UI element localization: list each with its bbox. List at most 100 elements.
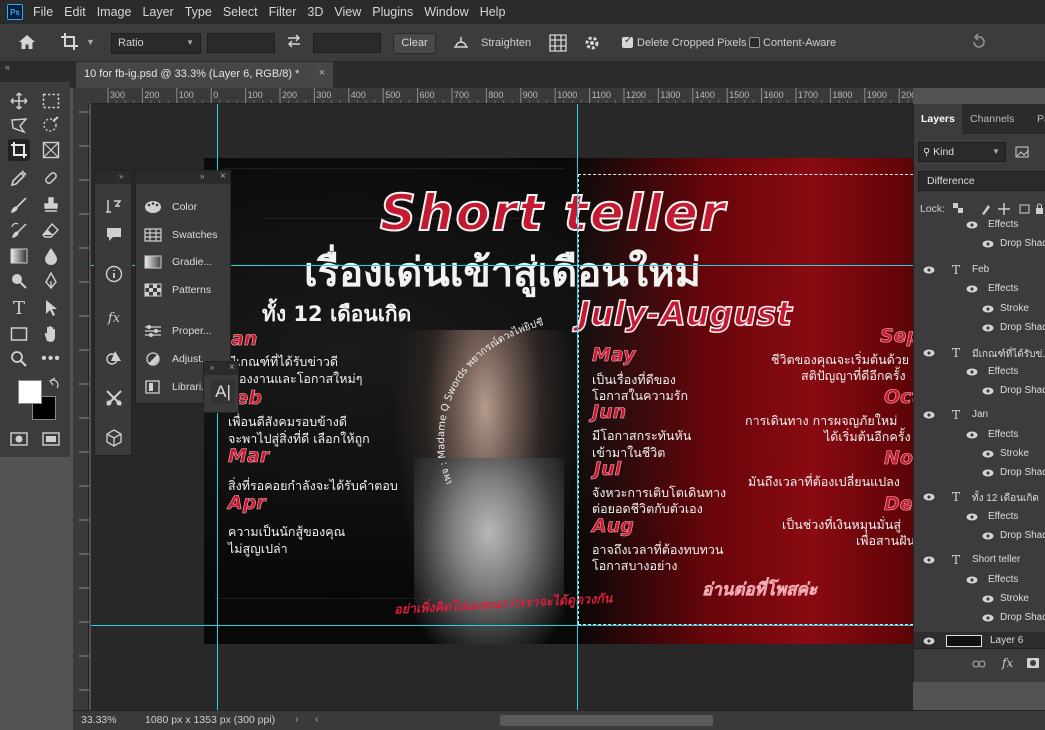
visibility-eye-icon[interactable]	[966, 368, 978, 376]
layer-row[interactable]: T มีเกณฑ์ที่ได้รับข่...	[914, 344, 1045, 362]
layer-row[interactable]: Stroke	[914, 300, 1045, 318]
visibility-eye-icon[interactable]	[982, 614, 994, 622]
expand-icon[interactable]: »	[119, 172, 123, 181]
visibility-eye-icon[interactable]	[923, 349, 935, 357]
eraser-tool-icon[interactable]	[40, 220, 62, 242]
mini-panel-header[interactable]: » ×	[204, 362, 238, 375]
quick-mask-icon[interactable]	[8, 428, 30, 450]
straighten-label[interactable]: Straighten	[481, 37, 531, 59]
menu-image[interactable]: Image	[97, 5, 132, 19]
panel-item-color[interactable]: Color	[144, 197, 197, 217]
tab-channels[interactable]: Channels	[963, 104, 1021, 134]
collapse-panels-icon[interactable]: «	[5, 62, 10, 72]
visibility-eye-icon[interactable]	[982, 595, 994, 603]
layer-row[interactable]: T Jan	[914, 406, 1045, 424]
visibility-eye-icon[interactable]	[923, 637, 935, 645]
menu-help[interactable]: Help	[480, 5, 506, 19]
menu-select[interactable]: Select	[223, 5, 258, 19]
crop-selection-edge[interactable]	[578, 174, 913, 175]
close-icon[interactable]: ×	[319, 67, 325, 79]
layer-row[interactable]: T ทั้ง 12 เดือนเกิด	[914, 488, 1045, 506]
comments-panel-icon[interactable]	[103, 223, 125, 245]
layer-row[interactable]: Effects	[914, 508, 1045, 526]
visibility-eye-icon[interactable]	[923, 266, 935, 274]
add-style-fx-icon[interactable]: fx	[1002, 656, 1013, 670]
menu-3d[interactable]: 3D	[307, 5, 323, 19]
tool-presets-icon[interactable]	[103, 387, 125, 409]
menu-filter[interactable]: Filter	[269, 5, 297, 19]
visibility-eye-icon[interactable]	[982, 387, 994, 395]
grid-overlay-icon[interactable]	[549, 34, 567, 52]
crop-tool-icon[interactable]	[8, 139, 30, 161]
visibility-eye-icon[interactable]	[982, 305, 994, 313]
scroll-left-icon[interactable]: ‹	[315, 713, 319, 725]
layer-row[interactable]: T Short teller	[914, 551, 1045, 569]
rectangle-tool-icon[interactable]	[8, 323, 30, 345]
marquee-tool-icon[interactable]	[40, 90, 62, 112]
home-icon[interactable]	[18, 34, 36, 50]
layer-row[interactable]: Drop Shadow	[914, 382, 1045, 400]
shapes-panel-icon[interactable]	[103, 347, 125, 369]
add-mask-icon[interactable]	[1026, 657, 1040, 669]
character-panel-icon[interactable]: A|	[211, 380, 235, 404]
lasso-tool-icon[interactable]	[8, 114, 30, 136]
crop-width-input[interactable]	[207, 33, 275, 53]
healing-brush-tool-icon[interactable]	[40, 167, 62, 189]
visibility-eye-icon[interactable]	[966, 285, 978, 293]
layer-thumbnail[interactable]	[946, 635, 982, 647]
layer-row[interactable]: Effects	[914, 426, 1045, 444]
visibility-eye-icon[interactable]	[966, 221, 978, 229]
layer-row[interactable]: Drop Shadow	[914, 235, 1045, 253]
filter-kind-select[interactable]: ⚲ Kind ▼	[918, 142, 1006, 162]
floating-panel-header[interactable]: » ×	[136, 171, 230, 184]
visibility-eye-icon[interactable]	[923, 493, 935, 501]
document-tab[interactable]: 10 for fb-ig.psd @ 33.3% (Layer 6, RGB/8…	[76, 62, 333, 88]
brush-tool-icon[interactable]	[8, 194, 30, 216]
switch-colors-icon[interactable]	[44, 372, 66, 394]
eyedropper-tool-icon[interactable]	[8, 167, 30, 189]
visibility-eye-icon[interactable]	[982, 450, 994, 458]
path-selection-tool-icon[interactable]	[40, 297, 62, 319]
clone-stamp-tool-icon[interactable]	[40, 194, 62, 216]
straighten-icon[interactable]	[452, 35, 470, 49]
crop-selection-edge[interactable]	[578, 624, 913, 625]
dodge-tool-icon[interactable]	[8, 270, 30, 292]
visibility-eye-icon[interactable]	[966, 431, 978, 439]
3d-panel-icon[interactable]	[103, 427, 125, 449]
panel-item-properties[interactable]: Proper...	[144, 321, 212, 341]
move-tool-icon[interactable]	[8, 90, 30, 112]
history-brush-tool-icon[interactable]	[8, 220, 30, 242]
menu-file[interactable]: File	[33, 5, 53, 19]
panel-item-swatches[interactable]: Swatches	[144, 225, 218, 245]
delete-cropped-checkbox[interactable]	[622, 35, 633, 48]
styles-fx-panel-icon[interactable]: fx	[103, 307, 125, 329]
menu-view[interactable]: View	[334, 5, 361, 19]
content-aware-checkbox[interactable]	[749, 37, 760, 48]
panel-item-adjustments[interactable]: Adjust...	[144, 349, 210, 369]
tab-layers[interactable]: Layers	[914, 104, 962, 134]
ratio-select[interactable]: Ratio ▼	[111, 33, 201, 54]
layer-row[interactable]: T Feb	[914, 261, 1045, 279]
visibility-eye-icon[interactable]	[982, 240, 994, 248]
layer-row[interactable]: Effects	[914, 363, 1045, 381]
tab-paths[interactable]: Pat	[1030, 104, 1045, 134]
expand-icon[interactable]: »	[210, 363, 214, 372]
blend-mode-select[interactable]: Difference	[918, 171, 1045, 191]
crop-height-input[interactable]	[313, 33, 381, 53]
type-tool-icon[interactable]: T	[8, 297, 30, 319]
blur-tool-icon[interactable]	[40, 245, 62, 267]
crop-tool-icon[interactable]	[60, 32, 82, 52]
zoom-level[interactable]: 33.33%	[81, 714, 117, 726]
menu-layer[interactable]: Layer	[142, 5, 173, 19]
pen-tool-icon[interactable]	[40, 270, 62, 292]
layer-row[interactable]: Stroke	[914, 445, 1045, 463]
menu-type[interactable]: Type	[185, 5, 212, 19]
visibility-eye-icon[interactable]	[923, 411, 935, 419]
layer-row[interactable]: Effects	[914, 571, 1045, 589]
close-icon[interactable]: ×	[220, 171, 226, 182]
panel-item-libraries[interactable]: Librari...	[144, 377, 210, 397]
layer-row[interactable]: Effects	[914, 216, 1045, 234]
artwork-canvas[interactable]: Short teller เรื่องเด่นเข้าสู่เดือนใหม่ …	[204, 158, 913, 644]
swap-icon[interactable]	[286, 34, 302, 48]
layer-row[interactable]: Drop Shadow	[914, 527, 1045, 545]
